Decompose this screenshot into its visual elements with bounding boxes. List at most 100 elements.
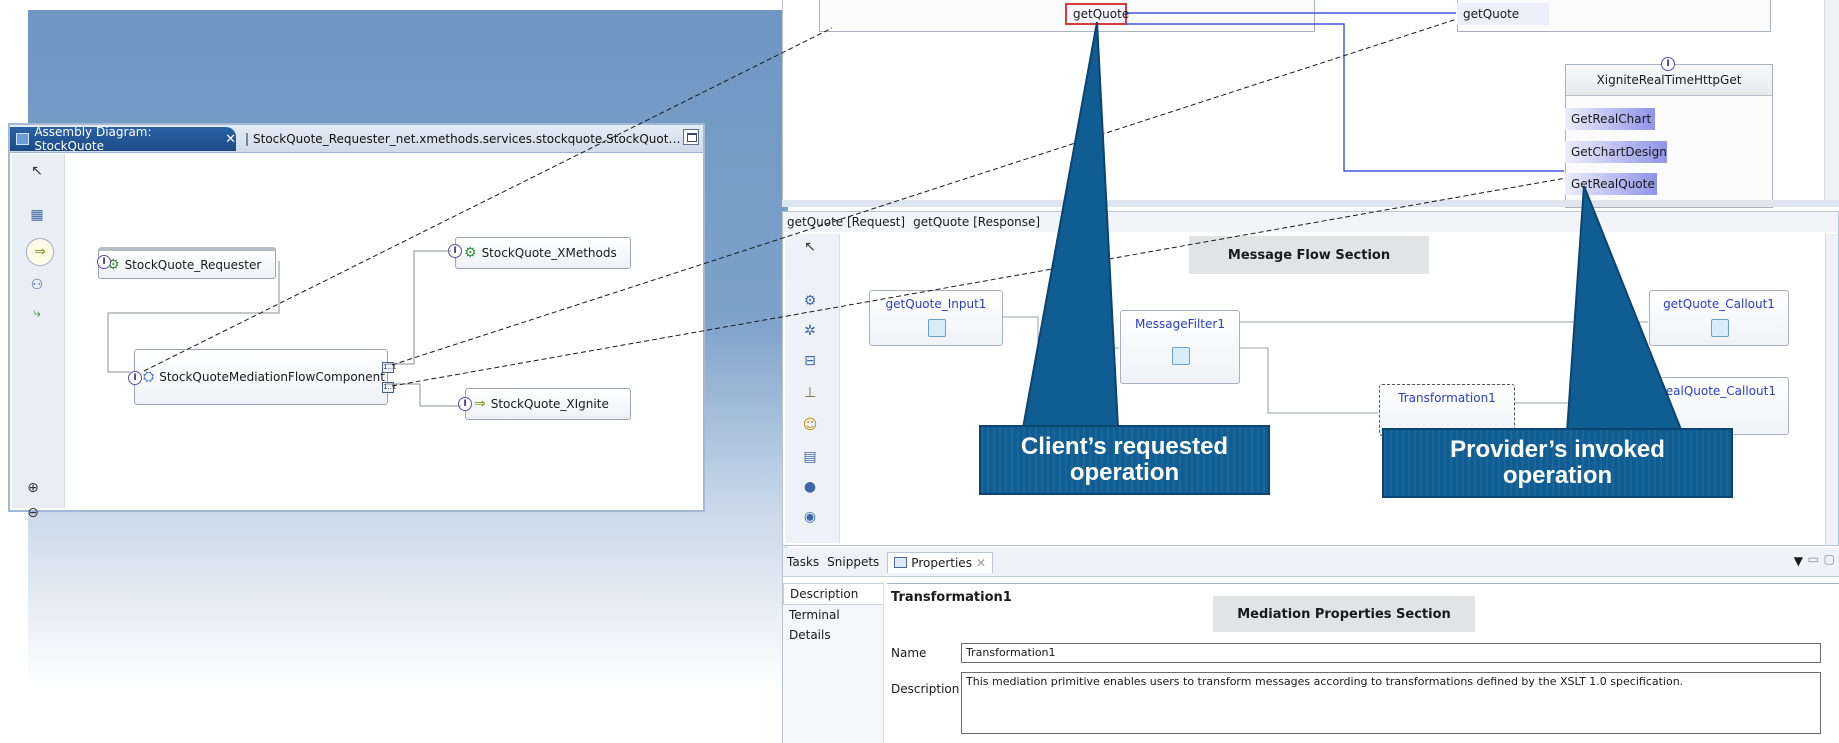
node-stockquote-requester-label: StockQuote_Requester (124, 257, 262, 272)
op-getrealquote-label: GetRealQuote (1571, 177, 1655, 191)
assembly-diagram-icon (16, 133, 30, 145)
interface-map-editor: getQuote getQuote XigniteRealTimeHttpGet… (782, 0, 1839, 208)
message-flow-section-label: Message Flow Section (1189, 236, 1429, 274)
primitive-callout1-label: getQuote_Callout1 (1663, 297, 1775, 311)
source-operation-label: getQuote (1073, 7, 1130, 21)
client-callout: Client’s requested operation (979, 425, 1270, 495)
tab-snippets[interactable]: Snippets (827, 555, 879, 569)
tab-properties[interactable]: Properties ✕ (887, 551, 994, 573)
description-field[interactable]: This mediation primitive enables users t… (961, 672, 1821, 734)
primitive-getquote-input1[interactable]: getQuote_Input1 (869, 290, 1003, 346)
maximize-icon-2[interactable]: ▢ (1824, 552, 1835, 566)
properties-content: Transformation1 Mediation Properties Sec… (887, 583, 1839, 743)
tab-tasks[interactable]: Tasks (787, 555, 819, 569)
tab-response[interactable]: getQuote [Response] (913, 215, 1040, 229)
assembly-palette: ↖ ▦ ⇒ ⚇ ⤷ ⊕ ⊖ (12, 154, 65, 521)
tab-stockquote-requester[interactable]: StockQuote_Requester_net.xmethods.servic… (246, 127, 680, 151)
properties-heading: Transformation1 (891, 590, 1012, 605)
close-icon[interactable]: ✕ (225, 132, 236, 147)
mediation-tool-6-icon[interactable]: ▤ (801, 448, 819, 466)
provider-callout-line2: operation (1502, 462, 1613, 489)
primitive-callout2-label: ealQuote_Callout1 (1665, 384, 1776, 398)
filter-node-icon (1172, 347, 1190, 365)
wire-tool-icon[interactable]: ⤷ (28, 304, 46, 322)
target-operation-label: getQuote (1463, 7, 1520, 21)
mediation-tool-3-icon[interactable]: ⊟ (801, 352, 819, 370)
description-label: Description (891, 682, 960, 696)
zoom-out-icon[interactable]: ⊖ (24, 504, 42, 522)
properties-side-tabs: Description Terminal Details (783, 583, 884, 743)
zoom-in-icon[interactable]: ⊕ (24, 479, 42, 497)
editor-tab-bar: Assembly Diagram: StockQuote ✕ StockQuot… (10, 125, 703, 153)
mediation-tool-7-icon[interactable]: ● (801, 478, 819, 496)
target-operation-getquote[interactable]: getQuote (1457, 3, 1549, 25)
primitive-filter-label: MessageFilter1 (1135, 317, 1225, 331)
vertical-scrollbar[interactable] (1824, 0, 1839, 200)
mediation-tool-4-icon[interactable]: ⊥ (801, 384, 819, 402)
reference-1-icon[interactable]: 1..1 (382, 362, 396, 373)
node-stockquote-xignite[interactable]: ⇒ StockQuote_XIgnite (465, 388, 631, 420)
side-tab-details[interactable]: Details (783, 625, 883, 645)
node-xmethods-label: StockQuote_XMethods (481, 246, 617, 260)
name-field[interactable]: Transformation1 (961, 643, 1821, 663)
primitive-messagefilter1[interactable]: MessageFilter1 (1120, 310, 1240, 384)
node-stockquote-xmethods[interactable]: ⚙ StockQuote_XMethods (455, 237, 631, 269)
primitive-transformation-label: Transformation1 (1398, 391, 1496, 405)
component-icon-2: ⚙ (464, 245, 477, 261)
primitive-xignite-callout[interactable]: ealQuote_Callout1 (1649, 377, 1789, 435)
side-tab-description[interactable]: Description (783, 583, 883, 605)
source-operation-getquote[interactable]: getQuote (1065, 3, 1130, 25)
reference-2-icon[interactable]: 1..1 (382, 382, 396, 393)
maximize-icon[interactable] (683, 129, 699, 145)
node-stockquote-requester[interactable]: ⚙ StockQuote_Requester (98, 247, 276, 279)
properties-view: Tasks Snippets Properties ✕ ▼ ▭ ▢ Descri… (782, 548, 1839, 743)
node-mediation-flow-component[interactable]: ⛭ StockQuoteMediationFlowComponent (134, 349, 388, 405)
callout-node-icon (1711, 319, 1729, 337)
tab-request[interactable]: getQuote [Request] (787, 215, 905, 229)
mediation-tool-8-icon[interactable]: ◉ (801, 508, 819, 526)
side-tab-terminal[interactable]: Terminal (783, 605, 883, 625)
xignite-top-interface-icon[interactable]: I (1661, 57, 1675, 71)
flow-palette: ↖ ⚙ ✲ ⊟ ⊥ ☺ ▤ ● ◉ (785, 234, 840, 543)
flow-tabs: getQuote [Request] getQuote [Response] (783, 212, 1838, 232)
minimize-icon[interactable]: ▭ (1808, 552, 1819, 566)
select-arrow-icon[interactable]: ↖ (28, 162, 46, 180)
provider-callout: Provider’s invoked operation (1382, 428, 1733, 498)
mediation-properties-section-label: Mediation Properties Section (1213, 596, 1475, 632)
export-tool-icon[interactable]: ⚇ (28, 276, 46, 294)
mediation-tool-5-icon[interactable]: ☺ (801, 416, 819, 434)
assembly-diagram-window: Assembly Diagram: StockQuote ✕ StockQuot… (8, 123, 705, 521)
flow-scrollbar[interactable] (1825, 234, 1838, 545)
tab-assembly-diagram-label: Assembly Diagram: StockQuote (34, 125, 152, 153)
close-icon-2[interactable]: ✕ (976, 556, 986, 570)
xignite-interface-icon[interactable]: I (458, 397, 472, 411)
input-node-icon (928, 319, 946, 337)
name-label: Name (891, 646, 927, 660)
op-getrealchart[interactable]: GetRealChart (1565, 108, 1655, 130)
properties-tab-bar: Tasks Snippets Properties ✕ ▼ ▭ ▢ (783, 548, 1839, 577)
op-getrealquote[interactable]: GetRealQuote (1565, 173, 1657, 195)
sash-divider[interactable] (782, 200, 1839, 207)
tab-properties-label: Properties (911, 555, 972, 570)
component-tool-icon[interactable]: ▦ (28, 206, 46, 224)
node-xignite-label: StockQuote_XIgnite (490, 397, 609, 411)
xmethods-interface-icon[interactable]: I (448, 244, 462, 258)
mediation-tool-1-icon[interactable]: ⚙ (801, 292, 819, 310)
mediation-tool-2-icon[interactable]: ✲ (801, 322, 819, 340)
mediation-flow-icon: ⛭ (143, 369, 155, 385)
xignite-interface-title: XigniteRealTimeHttpGet (1596, 73, 1742, 87)
mediation-interface-icon[interactable]: I (128, 371, 142, 385)
mediation-properties-section-text: Mediation Properties Section (1237, 606, 1451, 622)
op-getchartdesign-label: GetChartDesign (1571, 145, 1667, 159)
import-tool-icon[interactable]: ⇒ (26, 238, 54, 266)
node-mediation-flow-label: StockQuoteMediationFlowComponent (159, 370, 385, 384)
select-arrow-icon-2[interactable]: ↖ (801, 238, 819, 256)
requester-interface-icon[interactable]: I (97, 255, 111, 269)
primitive-getquote-callout1[interactable]: getQuote_Callout1 (1649, 290, 1789, 346)
client-callout-line1: Client’s requested (1020, 433, 1229, 460)
view-menu-icon[interactable]: ▼ (1794, 554, 1803, 568)
tab-stockquote-requester-label: StockQuote_Requester_net.xmethods.servic… (253, 132, 681, 146)
op-getchartdesign[interactable]: GetChartDesign (1565, 141, 1667, 163)
properties-icon (894, 557, 908, 568)
tab-assembly-diagram[interactable]: Assembly Diagram: StockQuote ✕ (10, 125, 236, 153)
